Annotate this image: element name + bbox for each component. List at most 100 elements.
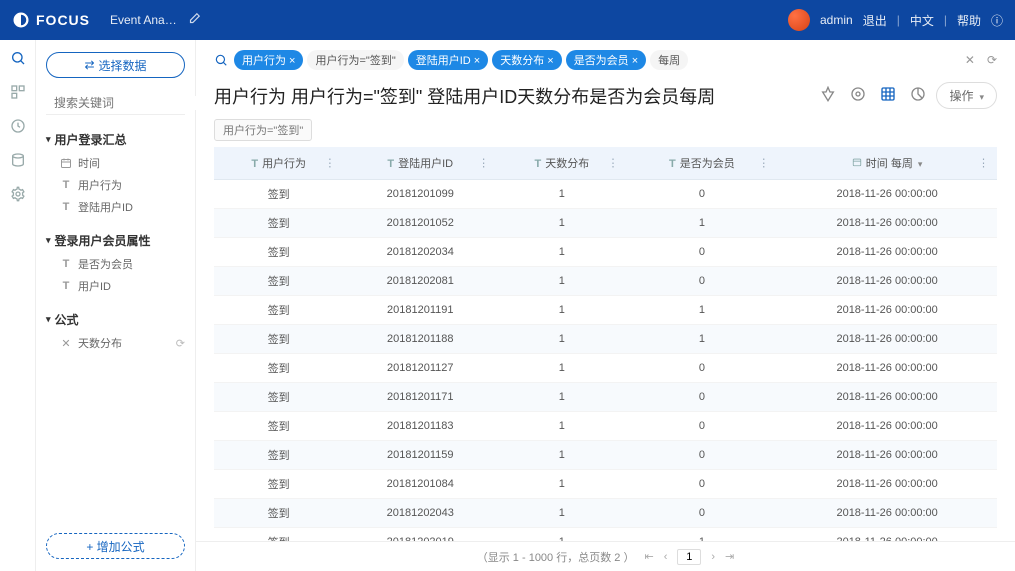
column-label: 时间 每周	[866, 158, 913, 170]
tree-item[interactable]: T用户ID	[46, 275, 185, 297]
table-row[interactable]: 签到20181202034102018-11-26 00:00:00	[214, 238, 997, 267]
pager-next-icon[interactable]: ›	[711, 551, 715, 563]
column-header[interactable]: T是否为会员⋮	[627, 147, 778, 180]
query-pill[interactable]: 是否为会员 ×	[566, 50, 646, 70]
table-cell: 0	[627, 499, 778, 528]
settings-icon[interactable]	[10, 186, 26, 202]
table-cell: 20181201099	[343, 180, 497, 209]
avatar[interactable]	[788, 9, 810, 31]
search-icon[interactable]	[10, 50, 26, 66]
pager-first-icon[interactable]: ⇤	[644, 550, 653, 563]
pager-page-input[interactable]	[677, 549, 701, 565]
tree-item[interactable]: ✕天数分布⟳	[46, 332, 185, 354]
chart-view-icon[interactable]	[910, 86, 926, 105]
clear-icon[interactable]: ✕	[965, 53, 975, 67]
tree-item[interactable]: T用户行为	[46, 174, 185, 196]
tree-group-header[interactable]: ▾登录用户会员属性	[46, 228, 185, 253]
user-name[interactable]: admin	[820, 13, 853, 27]
column-header[interactable]: T登陆用户ID⋮	[343, 147, 497, 180]
table-view-icon[interactable]	[880, 86, 896, 105]
table-row[interactable]: 签到20181202019112018-11-26 00:00:00	[214, 528, 997, 542]
table-cell: 2018-11-26 00:00:00	[777, 209, 997, 238]
table-cell: 签到	[214, 267, 343, 296]
table-cell: 签到	[214, 412, 343, 441]
table-cell: 20181201127	[343, 354, 497, 383]
table-row[interactable]: 签到20181201188112018-11-26 00:00:00	[214, 325, 997, 354]
choose-data-button[interactable]: ⇄选择数据	[46, 52, 185, 78]
brand-logo[interactable]: FOCUS	[12, 11, 90, 29]
refresh-icon[interactable]: ⟳	[987, 53, 997, 67]
table-cell: 1	[497, 412, 626, 441]
table-cell: 1	[497, 267, 626, 296]
table-cell: 0	[627, 441, 778, 470]
column-header[interactable]: 时间 每周 ⋮	[777, 147, 997, 180]
table-cell: 签到	[214, 383, 343, 412]
query-search-icon[interactable]	[214, 53, 228, 67]
query-pill[interactable]: 用户行为 ×	[234, 50, 303, 70]
column-menu-icon[interactable]: ⋮	[478, 157, 489, 170]
query-pill[interactable]: 每周	[650, 50, 688, 70]
tree-item[interactable]: 时间	[46, 152, 185, 174]
config-icon[interactable]	[850, 86, 866, 105]
table-row[interactable]: 签到20181201159102018-11-26 00:00:00	[214, 441, 997, 470]
tree-item[interactable]: T是否为会员	[46, 253, 185, 275]
table-cell: 2018-11-26 00:00:00	[777, 499, 997, 528]
table-cell: 1	[497, 180, 626, 209]
logout-link[interactable]: 退出	[863, 12, 887, 29]
table-cell: 1	[497, 354, 626, 383]
edit-icon[interactable]	[187, 12, 201, 29]
column-label: 用户行为	[262, 158, 306, 170]
breadcrumb[interactable]: Event Ana…	[110, 13, 177, 27]
column-menu-icon[interactable]: ⋮	[608, 157, 619, 170]
filter-chip[interactable]: 用户行为="签到"	[214, 119, 312, 141]
column-menu-icon[interactable]: ⋮	[758, 157, 769, 170]
table-cell: 签到	[214, 499, 343, 528]
table-cell: 0	[627, 470, 778, 499]
table-cell: 20181201183	[343, 412, 497, 441]
table-row[interactable]: 签到20181202081102018-11-26 00:00:00	[214, 267, 997, 296]
query-pill[interactable]: 登陆用户ID ×	[408, 50, 488, 70]
dashboard-icon[interactable]	[10, 84, 26, 100]
table-row[interactable]: 签到20181201171102018-11-26 00:00:00	[214, 383, 997, 412]
table-row[interactable]: 签到20181201183102018-11-26 00:00:00	[214, 412, 997, 441]
main: 用户行为 ×用户行为="签到"登陆用户ID ×天数分布 ×是否为会员 ×每周 ✕…	[196, 40, 1015, 571]
table-cell: 签到	[214, 325, 343, 354]
table-row[interactable]: 签到20181201052112018-11-26 00:00:00	[214, 209, 997, 238]
sidebar-search-input[interactable]	[54, 96, 209, 110]
pager-prev-icon[interactable]: ‹	[664, 551, 668, 563]
column-header[interactable]: T用户行为⋮	[214, 147, 343, 180]
table-row[interactable]: 签到20181201127102018-11-26 00:00:00	[214, 354, 997, 383]
sidebar-search[interactable]	[46, 92, 185, 115]
tree-group-header[interactable]: ▾用户登录汇总	[46, 127, 185, 152]
pin-icon[interactable]	[820, 86, 836, 105]
text-icon: T	[60, 280, 72, 292]
add-formula-button[interactable]: + 增加公式	[46, 533, 185, 559]
formula-refresh-icon[interactable]: ⟳	[176, 337, 185, 350]
table-cell: 20181201191	[343, 296, 497, 325]
tree-group-header[interactable]: ▾公式	[46, 307, 185, 332]
table-row[interactable]: 签到20181201191112018-11-26 00:00:00	[214, 296, 997, 325]
tree-item-label: 用户行为	[78, 177, 122, 193]
table-row[interactable]: 签到20181201099102018-11-26 00:00:00	[214, 180, 997, 209]
help-link[interactable]: 帮助	[957, 12, 981, 29]
table-row[interactable]: 签到20181202043102018-11-26 00:00:00	[214, 499, 997, 528]
table-cell: 签到	[214, 470, 343, 499]
table-cell: 签到	[214, 528, 343, 542]
pager-last-icon[interactable]: ⇥	[725, 550, 734, 563]
data-icon[interactable]	[10, 152, 26, 168]
table-cell: 1	[497, 441, 626, 470]
history-icon[interactable]	[10, 118, 26, 134]
table-row[interactable]: 签到20181201084102018-11-26 00:00:00	[214, 470, 997, 499]
column-header[interactable]: T天数分布⋮	[497, 147, 626, 180]
tree-item-label: 时间	[78, 155, 100, 171]
operation-button[interactable]: 操作	[936, 82, 997, 109]
tree-item[interactable]: T登陆用户ID	[46, 196, 185, 218]
table-cell: 2018-11-26 00:00:00	[777, 441, 997, 470]
lang-link[interactable]: 中文	[910, 12, 934, 29]
query-pill[interactable]: 用户行为="签到"	[307, 50, 403, 70]
close-icon: ✕	[60, 337, 72, 349]
column-menu-icon[interactable]: ⋮	[978, 157, 989, 170]
help-icon[interactable]: ⓘ	[991, 12, 1003, 29]
query-pill[interactable]: 天数分布 ×	[492, 50, 561, 70]
column-menu-icon[interactable]: ⋮	[324, 157, 335, 170]
